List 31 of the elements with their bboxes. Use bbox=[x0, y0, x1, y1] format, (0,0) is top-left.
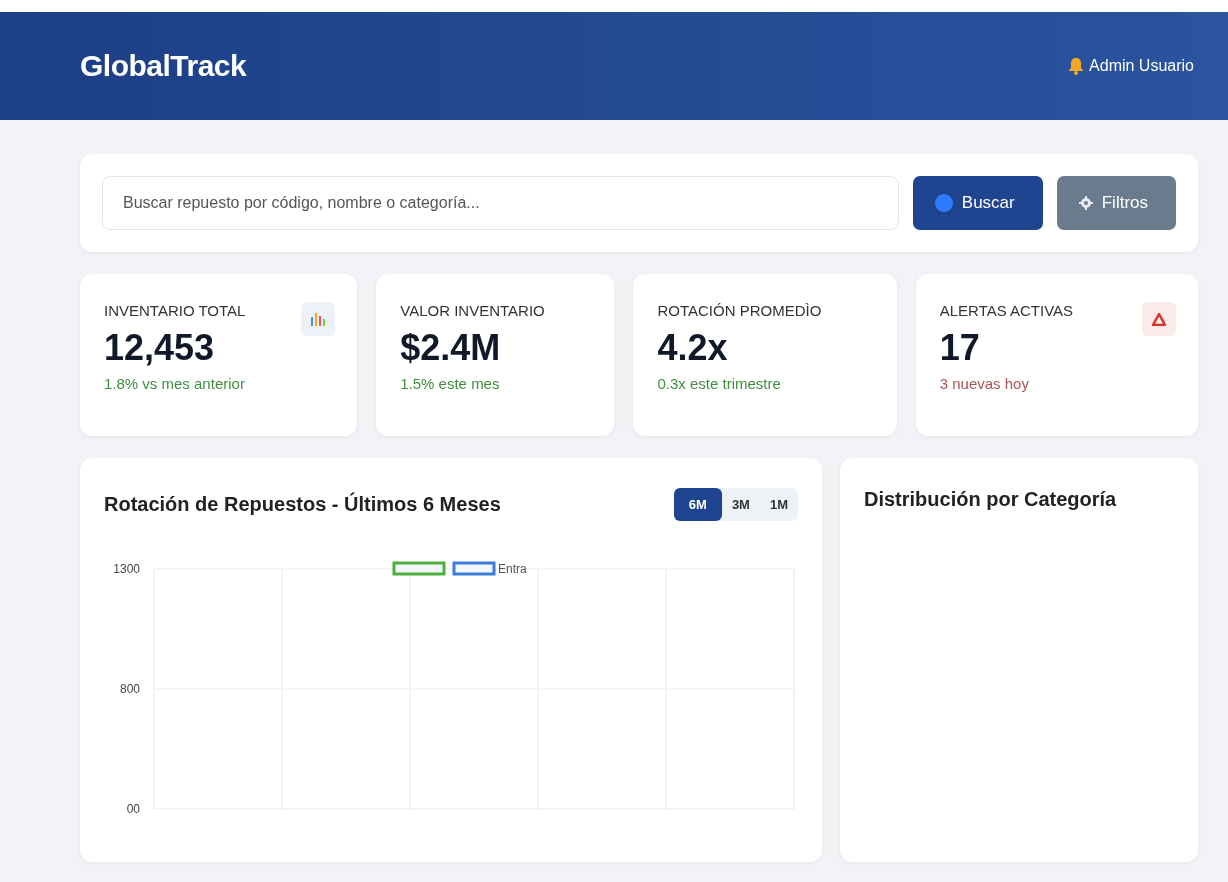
stat-label: INVENTARIO TOTAL bbox=[104, 302, 247, 319]
axis-tick-label: 00 bbox=[126, 802, 140, 816]
stat-change: 0.3x este trimestre bbox=[657, 375, 781, 392]
dot-icon bbox=[934, 194, 953, 212]
axis-tick-label: 1300 bbox=[113, 562, 140, 576]
gear-icon bbox=[1078, 196, 1093, 210]
bell-icon[interactable] bbox=[1069, 57, 1084, 75]
axis-tick-label: 800 bbox=[119, 682, 140, 696]
legend-label: Entra bbox=[498, 562, 527, 576]
range-tab[interactable]: 1M bbox=[759, 488, 798, 521]
stat-change: 1.5% este mes bbox=[400, 375, 500, 392]
range-tab[interactable]: 6M bbox=[673, 488, 722, 521]
stat-change: 1.8% vs mes anterior bbox=[104, 375, 245, 392]
stat-value: 12,453 bbox=[104, 327, 216, 369]
stat-value: 17 bbox=[939, 327, 981, 369]
stat-label: ROTACIÓN PROMEDÌO bbox=[657, 302, 823, 319]
logo: GlobalTrack bbox=[80, 49, 247, 83]
warning-icon bbox=[1152, 312, 1166, 326]
stat-change: 3 nuevas hoy bbox=[939, 375, 1029, 392]
search-button[interactable]: Buscar bbox=[912, 176, 1043, 230]
panel-title: Distribución por Categoría bbox=[864, 488, 1118, 511]
stat-label: VALOR INVENTARIO bbox=[400, 302, 546, 319]
stat-value: $2.4M bbox=[400, 327, 502, 369]
stat-value: 4.2x bbox=[657, 327, 729, 369]
search-field[interactable]: Buscar repuesto por código, nombre o categoría... bbox=[102, 176, 899, 230]
range-tab[interactable]: 3M bbox=[721, 488, 760, 521]
user-name[interactable]: Admin Usuario bbox=[1089, 57, 1194, 75]
bar-chart-icon bbox=[311, 312, 326, 326]
panel-title: Rotación de Repuestos - Últimos 6 Meses bbox=[104, 493, 501, 516]
filter-button[interactable]: Filtros bbox=[1056, 176, 1176, 230]
stat-label: ALERTAS ACTIVAS bbox=[939, 302, 1075, 319]
